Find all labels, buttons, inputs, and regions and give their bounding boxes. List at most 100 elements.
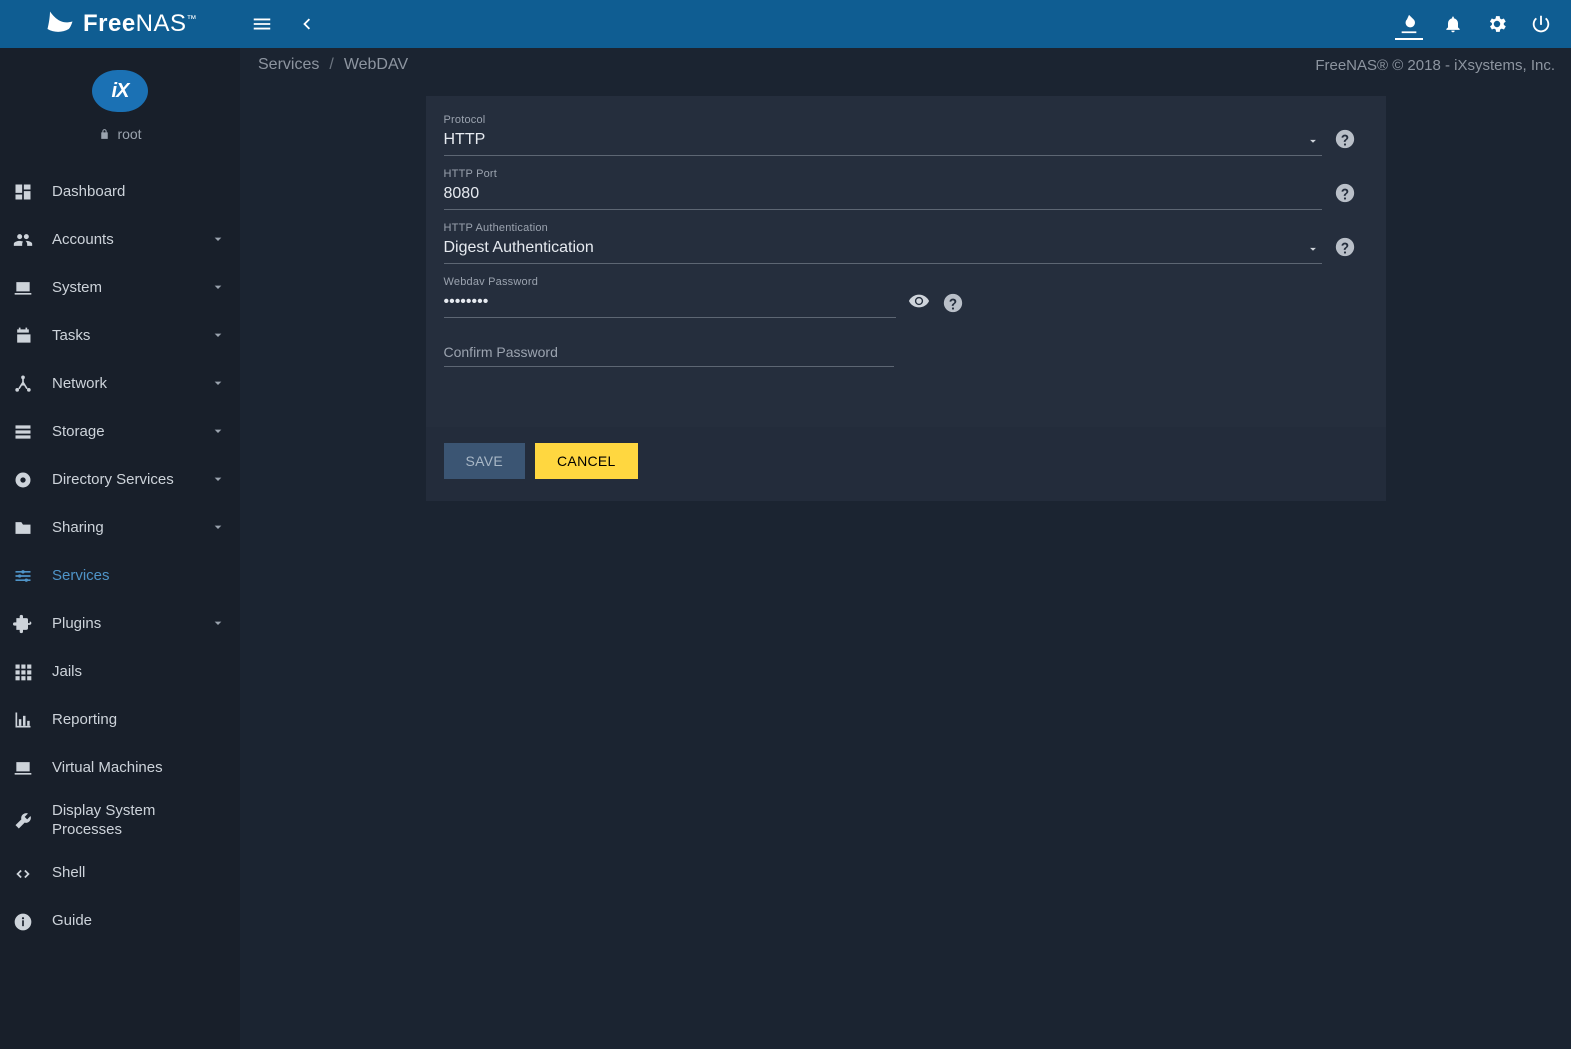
sidebar-item-virtual-machines[interactable]: Virtual Machines	[0, 744, 240, 792]
protocol-select[interactable]: HTTP	[444, 128, 1322, 156]
theme-icon	[1398, 13, 1420, 35]
current-user: root	[98, 126, 141, 142]
info-icon	[12, 912, 34, 932]
sidebar-item-jails[interactable]: Jails	[0, 648, 240, 696]
password-label: Webdav Password	[444, 276, 896, 288]
shark-icon	[43, 9, 77, 39]
back-button[interactable]	[284, 0, 328, 48]
sidebar-item-label: Shell	[52, 864, 226, 883]
caret-down-icon	[210, 279, 226, 298]
laptop-icon	[12, 278, 34, 298]
sidebar-item-reporting[interactable]: Reporting	[0, 696, 240, 744]
sidebar-item-label: Tasks	[52, 327, 192, 346]
confirm-password-field: Confirm Password	[444, 330, 894, 367]
caret-down-icon	[210, 519, 226, 538]
caret-down-icon	[210, 375, 226, 394]
http-auth-label: HTTP Authentication	[444, 222, 1322, 234]
help-icon[interactable]	[1334, 128, 1356, 150]
menu-toggle-button[interactable]	[240, 0, 284, 48]
caret-down-icon	[210, 615, 226, 634]
nav-list: Dashboard Accounts System Tasks Network Stora…	[0, 168, 240, 946]
breadcrumb-current: WebDAV	[344, 56, 408, 74]
http-port-label: HTTP Port	[444, 168, 1322, 180]
power-icon	[1530, 13, 1552, 35]
http-auth-field: HTTP Authentication Digest Authenticatio…	[444, 222, 1356, 264]
sidebar-item-label: Network	[52, 375, 192, 394]
current-user-name: root	[117, 126, 141, 142]
sidebar: iX root Dashboard Accounts System Tasks Netw…	[0, 48, 240, 1049]
help-icon[interactable]	[1334, 182, 1356, 204]
sidebar-item-label: Jails	[52, 663, 226, 682]
sidebar-item-label: System	[52, 279, 192, 298]
main: Services / WebDAV FreeNAS® © 2018 - iXsy…	[240, 48, 1571, 1049]
sidebar-item-label: Services	[52, 567, 226, 586]
webdav-settings-card: Protocol HTTP HTTP Port	[426, 96, 1386, 501]
cancel-button[interactable]: CANCEL	[535, 443, 638, 479]
sidebar-item-system[interactable]: System	[0, 264, 240, 312]
protocol-label: Protocol	[444, 114, 1322, 126]
password-field: Webdav Password	[444, 276, 1356, 318]
sidebar-item-label: Plugins	[52, 615, 192, 634]
sidebar-item-accounts[interactable]: Accounts	[0, 216, 240, 264]
notifications-button[interactable]	[1431, 0, 1475, 48]
gear-icon	[1486, 13, 1508, 35]
http-port-field: HTTP Port	[444, 168, 1356, 210]
show-password-icon[interactable]	[908, 290, 930, 312]
sidebar-item-sharing[interactable]: Sharing	[0, 504, 240, 552]
lock-icon	[98, 128, 111, 141]
sidebar-item-label: Directory Services	[52, 471, 192, 490]
help-icon[interactable]	[942, 292, 964, 314]
sidebar-item-storage[interactable]: Storage	[0, 408, 240, 456]
sidebar-item-network[interactable]: Network	[0, 360, 240, 408]
extension-icon	[12, 614, 34, 634]
chart-icon	[12, 710, 34, 730]
breadcrumb-bar: Services / WebDAV FreeNAS® © 2018 - iXsy…	[240, 48, 1571, 80]
theme-button[interactable]	[1387, 0, 1431, 48]
caret-down-icon	[210, 327, 226, 346]
power-button[interactable]	[1519, 0, 1563, 48]
vendor-logo: iX	[92, 70, 148, 112]
sidebar-item-dashboard[interactable]: Dashboard	[0, 168, 240, 216]
hub-icon	[12, 374, 34, 394]
sidebar-item-directory-services[interactable]: Directory Services	[0, 456, 240, 504]
app-logo[interactable]: FreeNAS™	[0, 0, 240, 48]
sidebar-item-services[interactable]: Services	[0, 552, 240, 600]
breadcrumb-separator: /	[329, 56, 333, 74]
password-input[interactable]	[444, 290, 896, 318]
tune-icon	[12, 566, 34, 586]
caret-down-icon	[210, 423, 226, 442]
sidebar-item-display-system-processes[interactable]: Display System Processes	[0, 792, 240, 850]
sidebar-item-plugins[interactable]: Plugins	[0, 600, 240, 648]
chevron-left-icon	[295, 13, 317, 35]
http-auth-select[interactable]: Digest Authentication	[444, 236, 1322, 264]
calendar-icon	[12, 326, 34, 346]
build-icon	[12, 811, 34, 831]
caret-down-icon	[210, 471, 226, 490]
sidebar-item-guide[interactable]: Guide	[0, 898, 240, 946]
sidebar-item-shell[interactable]: Shell	[0, 850, 240, 898]
code-icon	[12, 864, 34, 884]
menu-icon	[251, 13, 273, 35]
save-button[interactable]: SAVE	[444, 443, 526, 479]
sidebar-item-label: Reporting	[52, 711, 226, 730]
sidebar-item-label: Sharing	[52, 519, 192, 538]
settings-button[interactable]	[1475, 0, 1519, 48]
confirm-password-input[interactable]: Confirm Password	[444, 330, 894, 367]
apps-icon	[12, 662, 34, 682]
sidebar-item-label: Accounts	[52, 231, 192, 250]
folder-icon	[12, 518, 34, 538]
sidebar-item-label: Dashboard	[52, 183, 226, 202]
sidebar-item-label: Display System Processes	[52, 802, 226, 840]
sidebar-item-label: Virtual Machines	[52, 759, 226, 778]
storage-icon	[12, 422, 34, 442]
app-name: FreeNAS™	[83, 10, 197, 38]
help-icon[interactable]	[1334, 236, 1356, 258]
breadcrumb-parent[interactable]: Services	[258, 56, 319, 74]
topbar: FreeNAS™	[0, 0, 1571, 48]
sidebar-item-tasks[interactable]: Tasks	[0, 312, 240, 360]
people-icon	[12, 230, 34, 250]
card-actions: SAVE CANCEL	[426, 427, 1386, 501]
http-port-input[interactable]	[444, 182, 1322, 210]
bell-icon	[1443, 14, 1463, 34]
copyright: FreeNAS® © 2018 - iXsystems, Inc.	[1315, 57, 1555, 74]
